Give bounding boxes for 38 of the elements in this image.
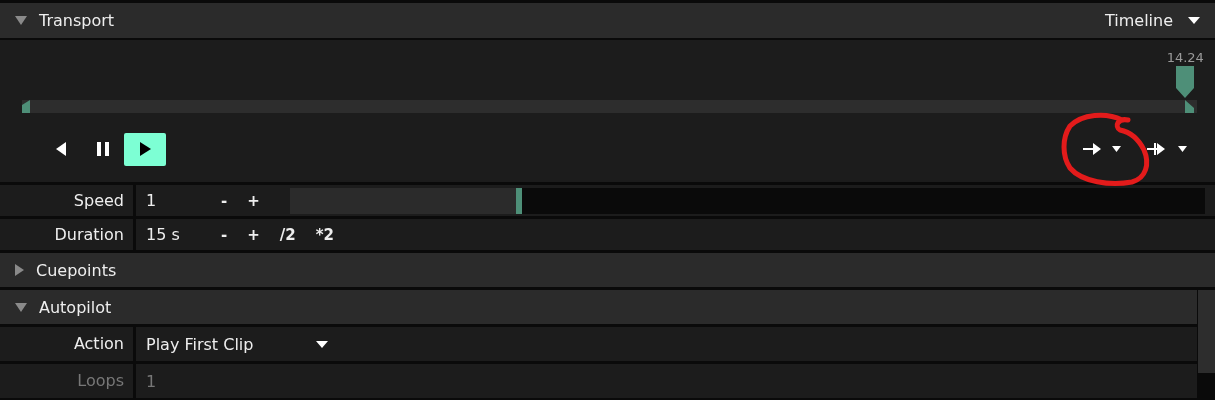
property-label: Duration bbox=[0, 219, 133, 250]
section-title: Cuepoints bbox=[36, 260, 117, 280]
step-button[interactable]: - bbox=[221, 191, 228, 210]
play-button[interactable] bbox=[124, 132, 166, 166]
property-value: 1 bbox=[146, 371, 158, 391]
arrow-bar-icon[interactable] bbox=[1147, 142, 1167, 156]
slider-thumb[interactable] bbox=[515, 187, 522, 214]
timeline-track[interactable] bbox=[22, 100, 1197, 113]
speed-slider[interactable] bbox=[289, 187, 1205, 214]
back-triangle-icon bbox=[56, 142, 66, 156]
section-title: Autopilot bbox=[39, 297, 112, 317]
property-label: Loops bbox=[0, 364, 133, 398]
step-button[interactable]: /2 bbox=[279, 225, 296, 244]
caret-icon[interactable] bbox=[316, 340, 328, 348]
pause-icon bbox=[96, 142, 110, 156]
mode-dropdown[interactable]: Timeline bbox=[1104, 11, 1173, 30]
step-button[interactable]: + bbox=[247, 225, 260, 244]
property-value[interactable]: 15 s bbox=[146, 225, 221, 244]
section-header[interactable]: Cuepoints bbox=[0, 253, 1215, 287]
step-button[interactable]: + bbox=[247, 191, 260, 210]
start-marker-icon bbox=[22, 100, 30, 113]
time-label: 14.24 bbox=[1166, 50, 1204, 65]
caret-icon[interactable] bbox=[1112, 146, 1121, 152]
section-header[interactable]: Transport Timeline bbox=[0, 3, 1215, 38]
property-label: Speed bbox=[0, 185, 133, 216]
play-icon bbox=[139, 142, 151, 156]
property-value[interactable]: 1 bbox=[146, 191, 221, 210]
section-header[interactable]: Autopilot bbox=[0, 290, 1197, 324]
caret-icon[interactable] bbox=[1178, 146, 1187, 152]
caret-icon[interactable] bbox=[1188, 17, 1200, 24]
step-button[interactable]: *2 bbox=[315, 225, 334, 244]
scrollbar[interactable] bbox=[1198, 290, 1215, 373]
step-button[interactable]: - bbox=[221, 225, 228, 244]
section-title: Transport bbox=[39, 11, 115, 30]
property-label: Action bbox=[0, 327, 133, 361]
arrow-right-icon[interactable] bbox=[1083, 143, 1101, 155]
playhead-handle[interactable] bbox=[1176, 66, 1195, 113]
action-dropdown[interactable]: Play First Clip bbox=[146, 334, 316, 354]
